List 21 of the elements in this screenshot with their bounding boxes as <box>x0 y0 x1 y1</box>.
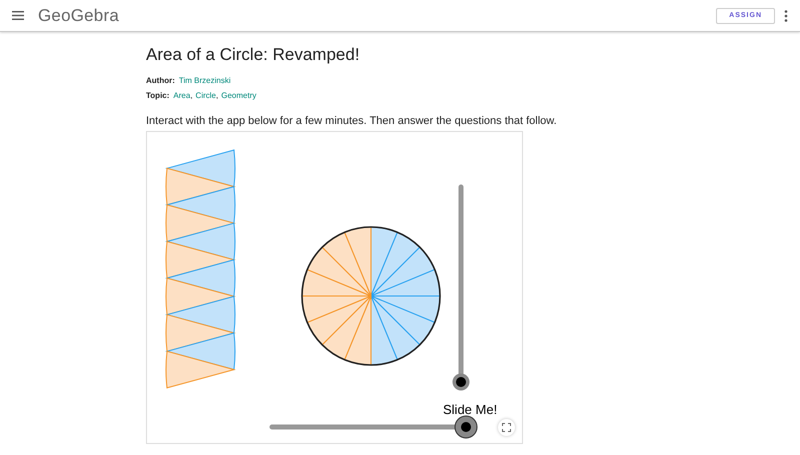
comma: , <box>190 91 193 100</box>
topic-link[interactable]: Circle <box>196 91 216 100</box>
topic-link[interactable]: Area <box>173 91 190 100</box>
page-title: Area of a Circle: Revamped! <box>146 45 361 65</box>
comma: , <box>216 91 218 100</box>
fullscreen-icon <box>502 423 511 432</box>
intro-text: Interact with the app below for a few minutes. Then answer the questions that follow. <box>146 114 557 128</box>
menu-icon[interactable] <box>12 11 24 20</box>
author-label: Author: <box>146 76 175 85</box>
slider-thumb[interactable] <box>454 416 478 438</box>
author-link[interactable]: Tim Brzezinski <box>178 76 231 85</box>
applet-canvas[interactable]: Slide Me! <box>146 131 523 444</box>
logo[interactable]: GeoGebra <box>38 6 119 26</box>
topic-label: Topic: <box>146 91 170 100</box>
topic-link[interactable]: Geometry <box>221 91 256 100</box>
slider[interactable] <box>452 184 470 390</box>
slider-label: Slide Me! <box>443 402 498 417</box>
slider[interactable] <box>270 416 478 438</box>
more-options-icon[interactable] <box>784 10 788 22</box>
fullscreen-button[interactable] <box>498 419 515 436</box>
slider-thumb[interactable] <box>452 374 470 390</box>
